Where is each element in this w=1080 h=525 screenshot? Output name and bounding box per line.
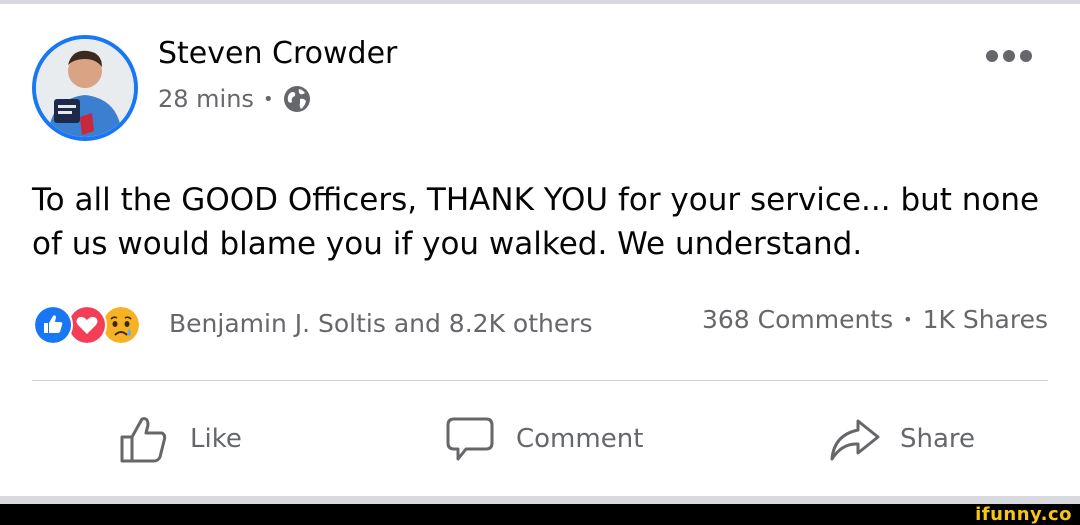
comment-bubble-icon (446, 417, 494, 461)
comment-label: Comment (516, 424, 644, 454)
love-reaction-icon (67, 305, 107, 345)
like-label: Like (190, 424, 242, 454)
more-options-button[interactable] (986, 44, 1032, 68)
shares-count[interactable]: 1K Shares (923, 305, 1048, 334)
like-button[interactable]: Like (118, 410, 242, 468)
post-meta: 28 mins • (158, 84, 312, 114)
sad-reaction-icon (101, 305, 141, 345)
comment-button[interactable]: Comment (444, 410, 643, 468)
comments-count[interactable]: 368 Comments (702, 305, 893, 334)
like-reaction-icon (33, 305, 73, 345)
post-body-text: To all the GOOD Officers, THANK YOU for … (32, 182, 1040, 262)
reactions-summary-text[interactable]: Benjamin J. Soltis and 8.2K others (169, 309, 593, 338)
more-dot-icon (1020, 50, 1032, 62)
meta-separator: • (262, 88, 274, 110)
reaction-icons (33, 303, 161, 345)
more-dot-icon (986, 50, 998, 62)
watermark-bar: ifunny.co (0, 504, 1080, 525)
engagement-stats: 368 Comments • 1K Shares (702, 305, 1048, 334)
stats-separator: • (903, 310, 913, 329)
post-author-name[interactable]: Steven Crowder (158, 36, 397, 71)
bottom-divider-strip (0, 496, 1080, 504)
post-timestamp[interactable]: 28 mins (158, 85, 254, 113)
share-label: Share (900, 424, 976, 454)
share-arrow-icon (830, 419, 880, 461)
actions-divider (32, 380, 1048, 381)
ifunny-watermark: ifunny.co (975, 504, 1072, 525)
top-divider-strip (0, 0, 1080, 4)
reactions-summary[interactable]: Benjamin J. Soltis and 8.2K others (33, 303, 593, 345)
more-dot-icon (1003, 50, 1015, 62)
thumbs-up-icon (120, 417, 167, 463)
share-button[interactable]: Share (828, 410, 975, 468)
author-avatar[interactable] (32, 35, 138, 141)
globe-icon (283, 86, 310, 112)
